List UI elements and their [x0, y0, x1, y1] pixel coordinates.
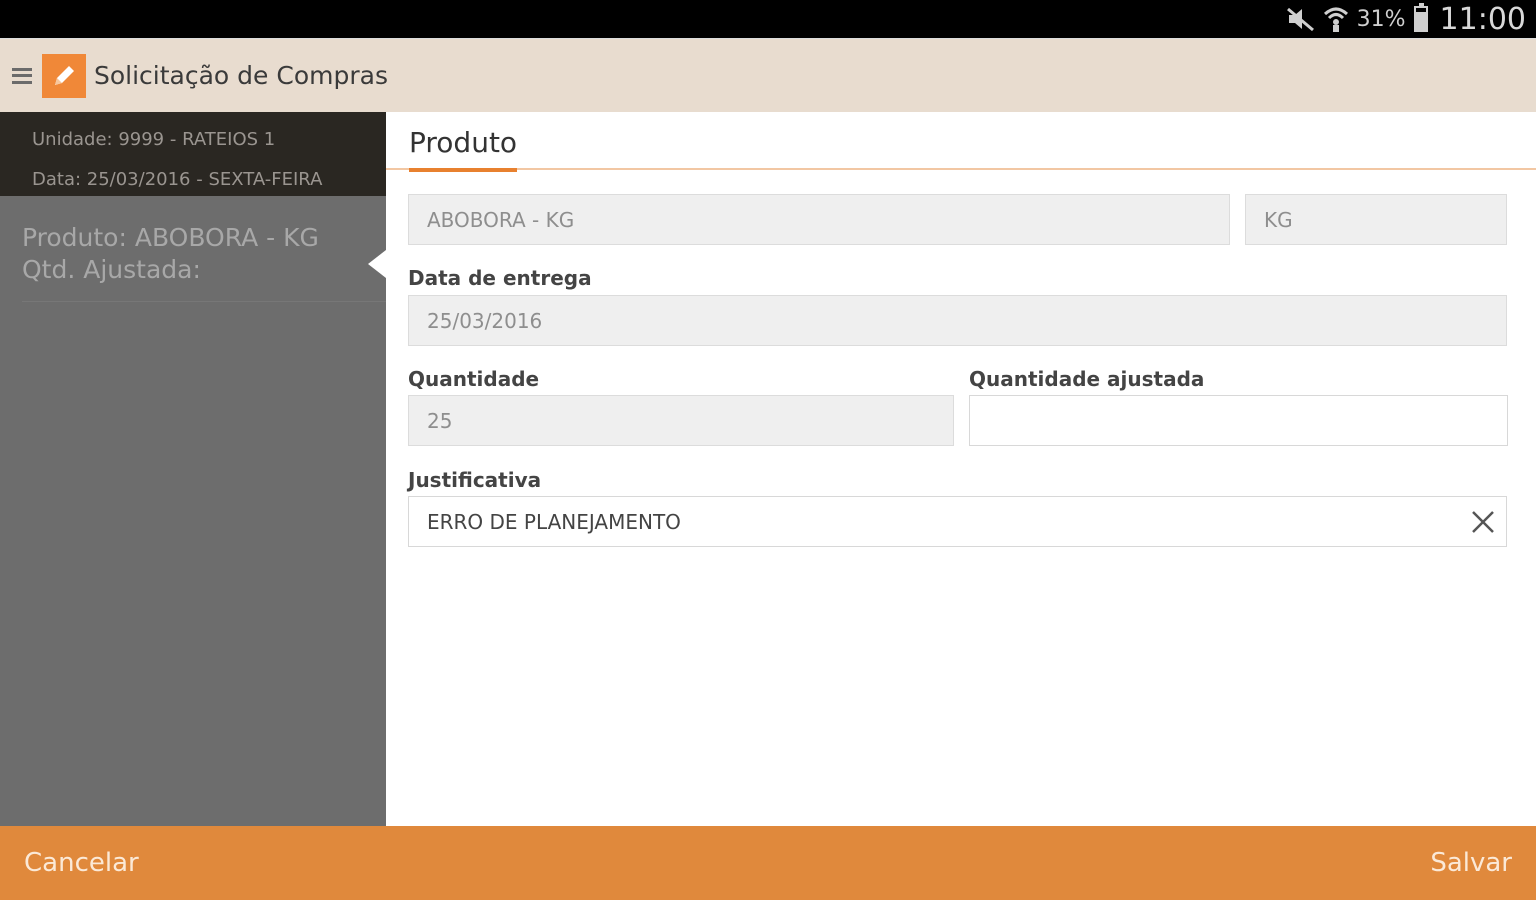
list-item-qty: Qtd. Ajustada: — [22, 255, 201, 284]
justification-label: Justificativa — [408, 468, 542, 492]
product-field[interactable]: ABOBORA - KG — [408, 194, 1230, 245]
menu-icon[interactable] — [12, 65, 32, 87]
delivery-date-field[interactable]: 25/03/2016 — [408, 295, 1507, 346]
adjusted-quantity-input[interactable] — [969, 395, 1508, 446]
app-title: Solicitação de Compras — [94, 61, 388, 90]
status-bar: 31% 11:00 — [0, 0, 1536, 38]
adjusted-quantity-label: Quantidade ajustada — [969, 367, 1205, 391]
clock: 11:00 — [1439, 1, 1526, 37]
sidebar: Unidade: 9999 - RATEIOS 1 Data: 25/03/20… — [0, 112, 386, 826]
date-info: Data: 25/03/2016 - SEXTA-FEIRA — [32, 169, 323, 190]
bottom-bar: Cancelar Salvar — [0, 826, 1536, 900]
delivery-date-label: Data de entrega — [408, 266, 592, 290]
main-form: Produto ABOBORA - KG KG Data de entrega … — [386, 112, 1536, 826]
tab-produto[interactable]: Produto — [409, 126, 518, 172]
justification-value: ERRO DE PLANEJAMENTO — [427, 509, 681, 534]
app-bar: Solicitação de Compras — [0, 38, 1536, 112]
sidebar-header: Unidade: 9999 - RATEIOS 1 Data: 25/03/20… — [0, 112, 386, 196]
quantity-field[interactable]: 25 — [408, 395, 954, 446]
tab-bar: Produto — [386, 112, 1536, 172]
list-item[interactable]: Produto: ABOBORA - KG Qtd. Ajustada: — [22, 196, 386, 302]
save-button[interactable]: Salvar — [1430, 848, 1512, 878]
selection-arrow — [368, 250, 386, 278]
mute-icon — [1285, 6, 1315, 32]
wifi-icon — [1323, 5, 1349, 33]
unit-field[interactable]: KG — [1245, 194, 1507, 245]
battery-percent: 31% — [1356, 6, 1406, 32]
list-item-product: Produto: ABOBORA - KG — [22, 223, 319, 252]
cancel-button[interactable]: Cancelar — [24, 848, 139, 878]
unit-info: Unidade: 9999 - RATEIOS 1 — [32, 129, 276, 150]
justification-input[interactable]: ERRO DE PLANEJAMENTO — [408, 496, 1507, 547]
close-icon[interactable] — [1470, 509, 1496, 535]
quantity-label: Quantidade — [408, 367, 540, 391]
edit-icon[interactable] — [42, 53, 86, 98]
battery-icon — [1413, 3, 1428, 32]
